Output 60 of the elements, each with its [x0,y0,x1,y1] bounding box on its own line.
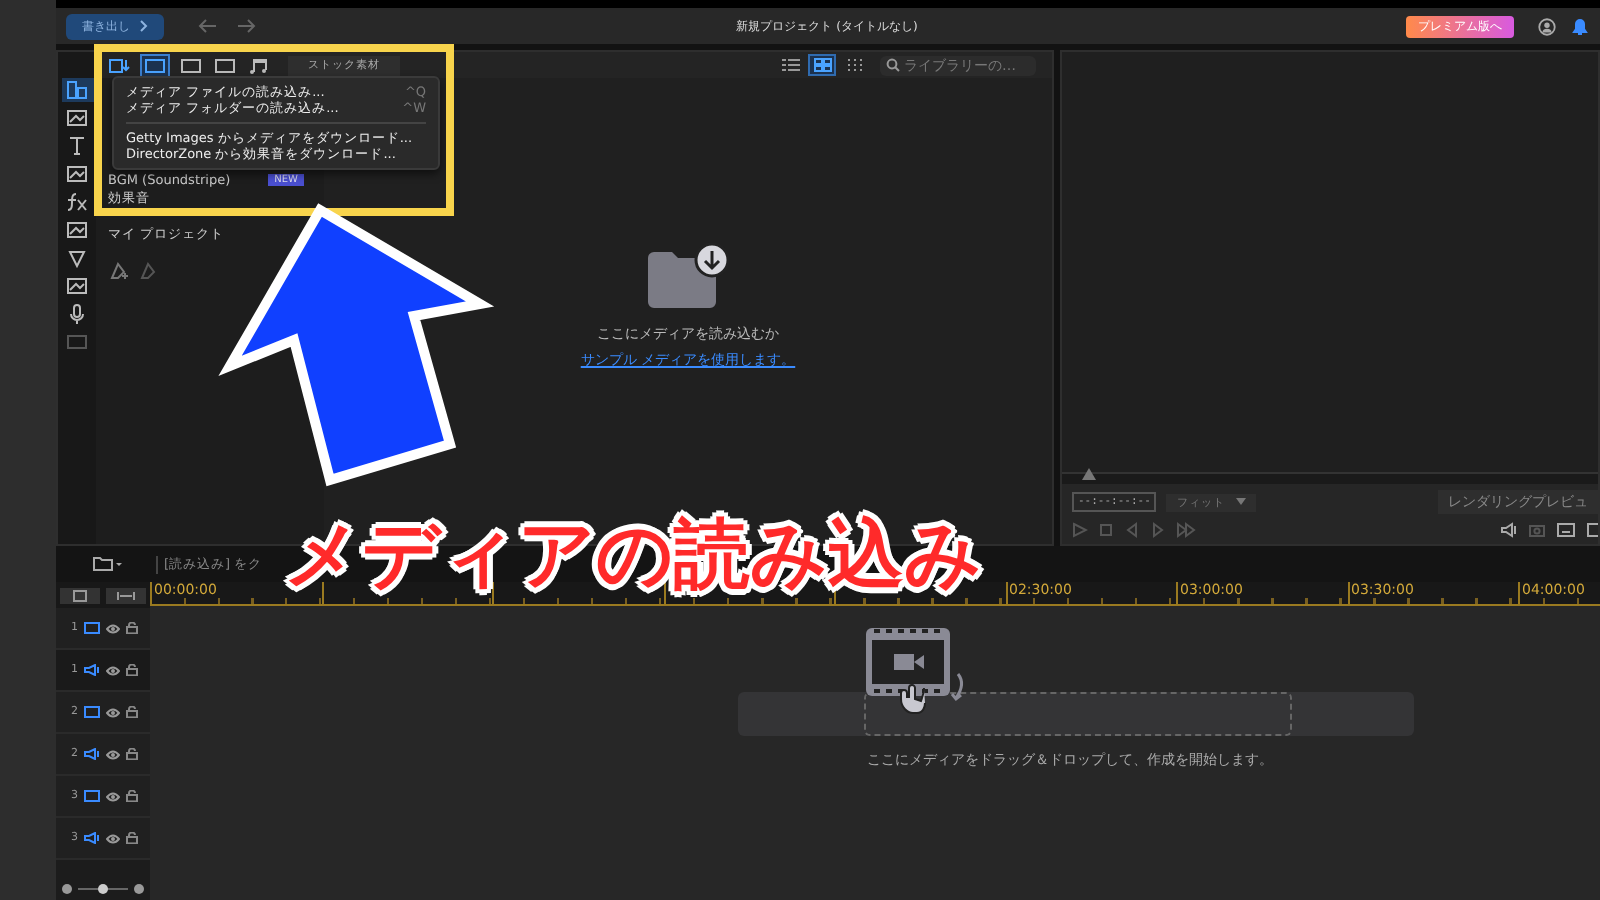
folder-icon[interactable] [92,556,124,572]
playhead-icon[interactable] [1082,468,1096,480]
track-manager-icon[interactable] [60,587,100,603]
lock-icon[interactable] [126,832,138,844]
microphone-icon [66,304,88,324]
dots-view-icon [845,58,863,72]
music-note-icon [248,57,270,73]
media-icon [144,57,166,73]
annotation-caption: メディアの読み込み [284,508,982,600]
sidebar-tab[interactable] [61,162,93,186]
eye-icon[interactable] [106,791,120,801]
zoom-out-icon[interactable] [62,884,72,894]
video-track-icon [84,790,100,802]
forward-icon[interactable] [236,18,256,34]
picture-icon [66,220,88,240]
chevron-icon [140,20,148,32]
lock-icon[interactable] [126,706,138,718]
speaker-icon [84,832,100,844]
eye-icon[interactable] [106,833,120,843]
search-icon [886,58,900,72]
sidebar-tab[interactable] [61,274,93,298]
speaker-icon [84,664,100,676]
sidebar-tab[interactable] [61,78,93,102]
video-track-icon [84,622,100,634]
volume-icon[interactable] [1500,522,1518,538]
zoom-in-icon[interactable] [134,884,144,894]
speaker-icon [84,748,100,760]
sidebar-tab[interactable] [61,106,93,130]
library-tab[interactable] [246,55,272,75]
media-icon [66,80,88,100]
screen-icon[interactable] [1556,522,1576,538]
back-icon[interactable] [198,18,218,34]
fx-icon [66,192,88,212]
folder-download-icon [646,242,730,314]
lock-icon[interactable] [126,748,138,760]
slider-thumb[interactable] [98,883,108,893]
view-toggle[interactable] [810,56,834,74]
eye-icon[interactable] [106,749,120,759]
eye-icon[interactable] [106,707,120,717]
view-toggle[interactable] [842,56,866,74]
lock-icon[interactable] [126,622,138,634]
import-icon [108,57,130,73]
video-track-icon [84,706,100,718]
grid-view-icon [813,58,831,72]
bell-icon[interactable] [1572,17,1588,35]
view-toggle[interactable] [778,56,802,74]
lock-icon[interactable] [126,790,138,802]
caret-icon [1236,498,1247,506]
user-icon[interactable] [1538,17,1556,35]
window-icon[interactable] [1586,522,1598,538]
text-icon [66,136,88,156]
library-tab[interactable] [106,55,132,75]
eye-icon[interactable] [106,623,120,633]
fit-timeline-icon[interactable] [106,587,146,603]
particle-icon [66,248,88,268]
library-tab[interactable] [140,53,170,77]
eye-icon[interactable] [106,665,120,675]
lock-icon[interactable] [126,664,138,676]
sidebar-tab[interactable] [61,218,93,242]
list-view-icon [781,58,799,72]
